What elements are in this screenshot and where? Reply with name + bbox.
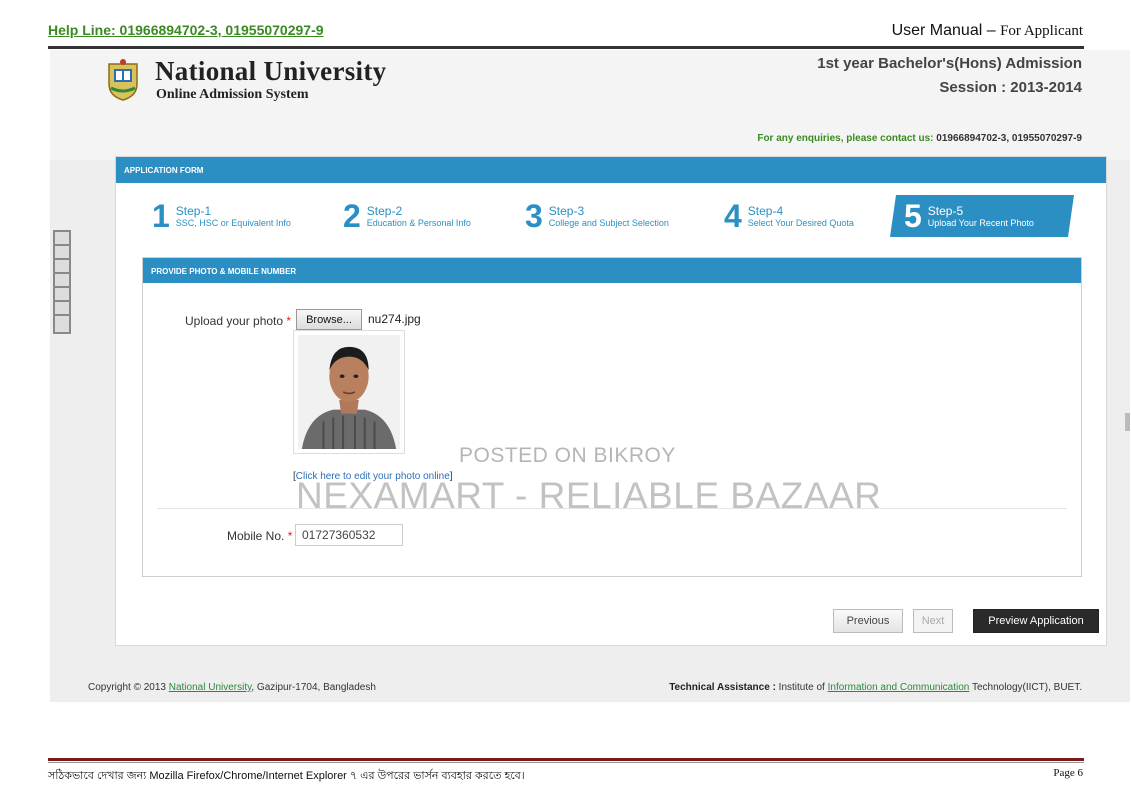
step-number: 1	[152, 198, 170, 234]
admission-screenshot: National University Online Admission Sys…	[50, 50, 1130, 702]
browser-note: সঠিকভাবে দেখার জন্য Mozilla Firefox/Chro…	[48, 770, 525, 782]
step-number: 2	[343, 198, 361, 234]
document-title: User Manual – For Applicant	[892, 22, 1083, 40]
browse-button[interactable]: Browse...	[296, 309, 362, 330]
next-button[interactable]: Next	[913, 609, 953, 633]
system-subtitle: Online Admission System	[156, 87, 309, 102]
technical-assistance: Technical Assistance : Institute of Info…	[669, 682, 1082, 693]
footer-rule	[48, 758, 1084, 761]
step-4[interactable]: 4 Step-4 Select Your Desired Quota	[724, 195, 854, 237]
step-title: Step-5	[927, 204, 964, 218]
step-2[interactable]: 2 Step-2 Education & Personal Info	[343, 195, 471, 237]
side-toolbar[interactable]	[53, 230, 71, 334]
step-indicator: 1 Step-1 SSC, HSC or Equivalent Info 2 St…	[116, 183, 1106, 255]
copyright-text: Copyright © 2013 National University, Ga…	[88, 682, 376, 693]
site-header: National University Online Admission Sys…	[50, 50, 1130, 160]
toolbar-slot[interactable]	[55, 302, 69, 316]
application-form-bar: APPLICATION FORM	[116, 157, 1106, 183]
mobile-number-input[interactable]	[295, 524, 403, 546]
document-title-mid: Manual –	[925, 22, 1001, 39]
step-description: Education & Personal Info	[366, 218, 471, 228]
national-university-link[interactable]: National University	[169, 682, 252, 693]
preview-application-button[interactable]: Preview Application	[973, 609, 1099, 633]
toolbar-slot[interactable]	[55, 288, 69, 302]
upload-photo-label-text: Upload your photo	[185, 314, 284, 328]
session-label: Session : 2013-2014	[939, 79, 1082, 96]
required-asterisk: *	[287, 529, 293, 543]
step-1[interactable]: 1 Step-1 SSC, HSC or Equivalent Info	[152, 195, 291, 237]
tech-suffix: Technology(IICT), BUET.	[969, 682, 1082, 693]
toolbar-slot[interactable]	[55, 274, 69, 288]
step-5-active[interactable]: 5 Step-5 Upload Your Recent Photo	[890, 195, 1074, 237]
header-rule	[48, 46, 1084, 49]
scrollbar-handle[interactable]	[1125, 413, 1130, 431]
watermark-brand: NEXAMART - RELIABLE BAZAAR	[296, 475, 882, 516]
step-number: 5	[904, 198, 922, 234]
enquiry-info: For any enquiries, please contact us: 01…	[757, 133, 1082, 144]
tech-prefix: Institute of	[775, 682, 828, 693]
tech-label: Technical Assistance :	[669, 682, 776, 693]
university-name: National University	[155, 56, 387, 86]
application-form: APPLICATION FORM 1 Step-1 SSC, HSC or Equ…	[115, 156, 1107, 646]
document-title-prefix: User	[891, 22, 926, 39]
upload-photo-label: Upload your photo *	[185, 314, 291, 328]
step-title: Step-2	[366, 204, 403, 218]
previous-button[interactable]: Previous	[833, 609, 903, 633]
required-asterisk: *	[286, 314, 292, 328]
step-title: Step-1	[175, 204, 212, 218]
photo-panel-bar: PROVIDE PHOTO & MOBILE NUMBER	[143, 258, 1081, 283]
mobile-label: Mobile No. *	[227, 529, 292, 543]
footer-rule-thin	[48, 762, 1084, 763]
step-3[interactable]: 3 Step-3 College and Subject Selection	[525, 195, 669, 237]
step-description: Select Your Desired Quota	[747, 218, 854, 228]
step-number: 3	[525, 198, 543, 234]
toolbar-slot[interactable]	[55, 232, 69, 246]
page-number: Page 6	[1053, 767, 1083, 779]
toolbar-slot[interactable]	[55, 260, 69, 274]
copyright-prefix: Copyright © 2013	[88, 682, 169, 693]
step-number: 4	[724, 198, 742, 234]
university-logo-icon	[108, 59, 138, 101]
step-title: Step-3	[548, 204, 585, 218]
helpline-text: Help Line: 01966894702-3, 01955070297-9	[48, 22, 324, 38]
applicant-photo	[293, 330, 405, 454]
document-title-suffix: For Applicant	[1000, 23, 1083, 39]
step-description: Upload Your Recent Photo	[927, 218, 1034, 228]
selected-file-name: nu274.jpg	[368, 312, 421, 326]
enquiry-numbers: 01966894702-3, 01955070297-9	[936, 133, 1082, 144]
watermark-posted: POSTED ON BIKROY	[459, 444, 676, 467]
iict-link[interactable]: Information and Communication	[828, 682, 970, 693]
copyright-suffix: , Gazipur-1704, Bangladesh	[251, 682, 376, 693]
step-title: Step-4	[747, 204, 784, 218]
mobile-label-text: Mobile No.	[227, 529, 285, 543]
step-description: College and Subject Selection	[548, 218, 669, 228]
enquiry-label: For any enquiries, please contact us:	[757, 133, 934, 144]
admission-title: 1st year Bachelor's(Hons) Admission	[817, 55, 1082, 72]
step-description: SSC, HSC or Equivalent Info	[175, 218, 291, 228]
toolbar-slot[interactable]	[55, 246, 69, 260]
photo-mobile-panel: PROVIDE PHOTO & MOBILE NUMBER Upload you…	[142, 257, 1082, 577]
